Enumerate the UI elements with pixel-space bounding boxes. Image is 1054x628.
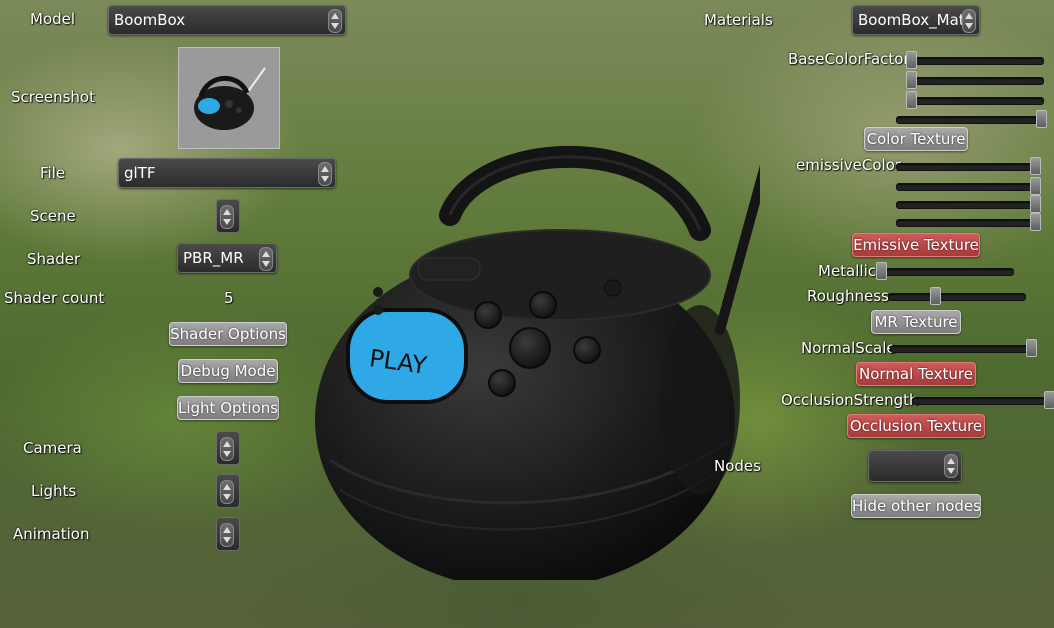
model-select[interactable]: BoomBox [108,5,346,35]
camera-label: Camera [23,439,82,457]
emissive-texture-button[interactable]: Emissive Texture [852,233,980,257]
materials-label: Materials [704,11,773,29]
slider-thumb[interactable] [1044,391,1054,409]
metallic-label: Metallic [818,262,876,280]
shader-count-value: 5 [224,289,234,307]
boombox-model[interactable]: PLAY [300,100,760,580]
file-select[interactable]: glTF [118,158,336,188]
occlusion-strength-label: OcclusionStrength [781,391,919,409]
boombox-thumbnail-icon [194,67,266,130]
nodes-select[interactable] [868,450,962,482]
scene-label: Scene [30,207,76,225]
slider-thumb[interactable] [1026,339,1037,357]
base-color-factor-label: BaseColorFactor [788,50,910,68]
hide-other-nodes-button[interactable]: Hide other nodes [851,494,981,518]
screenshot-thumbnail[interactable] [178,47,280,149]
debug-mode-button[interactable]: Debug Mode [178,359,278,383]
emissive-color-b-slider[interactable] [896,195,1041,213]
mr-texture-button[interactable]: MR Texture [871,310,961,334]
updown-arrows-icon [220,523,234,547]
updown-arrows-icon [220,205,234,229]
animation-label: Animation [13,525,90,543]
file-select-value: glTF [124,164,156,182]
lights-select[interactable] [216,474,240,508]
shader-count-label: Shader count [4,289,105,307]
screenshot-label: Screenshot [11,88,95,106]
normal-scale-slider[interactable] [890,339,1037,357]
emissive-color-g-slider[interactable] [896,177,1041,195]
normal-texture-button[interactable]: Normal Texture [856,362,976,386]
updown-arrows-icon [962,9,976,33]
updown-arrows-icon [259,247,273,271]
occlusion-texture-button[interactable]: Occlusion Texture [847,414,985,438]
slider-thumb[interactable] [1030,177,1041,195]
updown-arrows-icon [220,480,234,504]
normal-scale-label: NormalScale [801,339,896,357]
base-color-factor-b-slider[interactable] [906,91,1044,109]
nodes-label: Nodes [714,457,761,475]
slider-thumb[interactable] [1030,195,1041,213]
emissive-color-r-slider[interactable] [896,157,1041,175]
animation-select[interactable] [216,517,240,551]
color-texture-button[interactable]: Color Texture [864,127,968,151]
roughness-label: Roughness [807,287,889,305]
shader-select[interactable]: PBR_MR [177,243,277,273]
slider-thumb[interactable] [876,262,887,280]
light-options-button[interactable]: Light Options [177,396,279,420]
slider-thumb[interactable] [906,91,917,109]
slider-thumb[interactable] [929,287,941,305]
slider-thumb[interactable] [906,71,917,89]
slider-thumb[interactable] [906,51,917,69]
updown-arrows-icon [944,454,958,478]
materials-select-value: BoomBox_Mat [858,11,965,29]
updown-arrows-icon [328,9,342,33]
model-select-value: BoomBox [114,11,186,29]
slider-thumb[interactable] [1036,110,1047,128]
updown-arrows-icon [318,162,332,186]
updown-arrows-icon [220,437,234,461]
base-color-factor-r-slider[interactable] [906,51,1044,69]
file-label: File [40,164,66,182]
shader-label: Shader [27,250,81,268]
base-color-factor-g-slider[interactable] [906,71,1044,89]
shader-select-value: PBR_MR [183,249,244,267]
model-label: Model [30,10,76,28]
emissive-color-label: emissiveColor [796,156,902,174]
roughness-slider[interactable] [888,287,1026,305]
emissive-color-a-slider[interactable] [896,213,1041,231]
base-color-factor-a-slider[interactable] [896,110,1047,128]
camera-select[interactable] [216,431,240,465]
slider-thumb[interactable] [1030,213,1041,231]
slider-thumb[interactable] [1030,157,1041,175]
metallic-slider[interactable] [876,262,1014,280]
occlusion-strength-slider[interactable] [912,391,1054,409]
shader-options-button[interactable]: Shader Options [169,322,287,346]
materials-select[interactable]: BoomBox_Mat [852,5,980,35]
scene-select[interactable] [216,199,240,233]
lights-label: Lights [31,482,77,500]
